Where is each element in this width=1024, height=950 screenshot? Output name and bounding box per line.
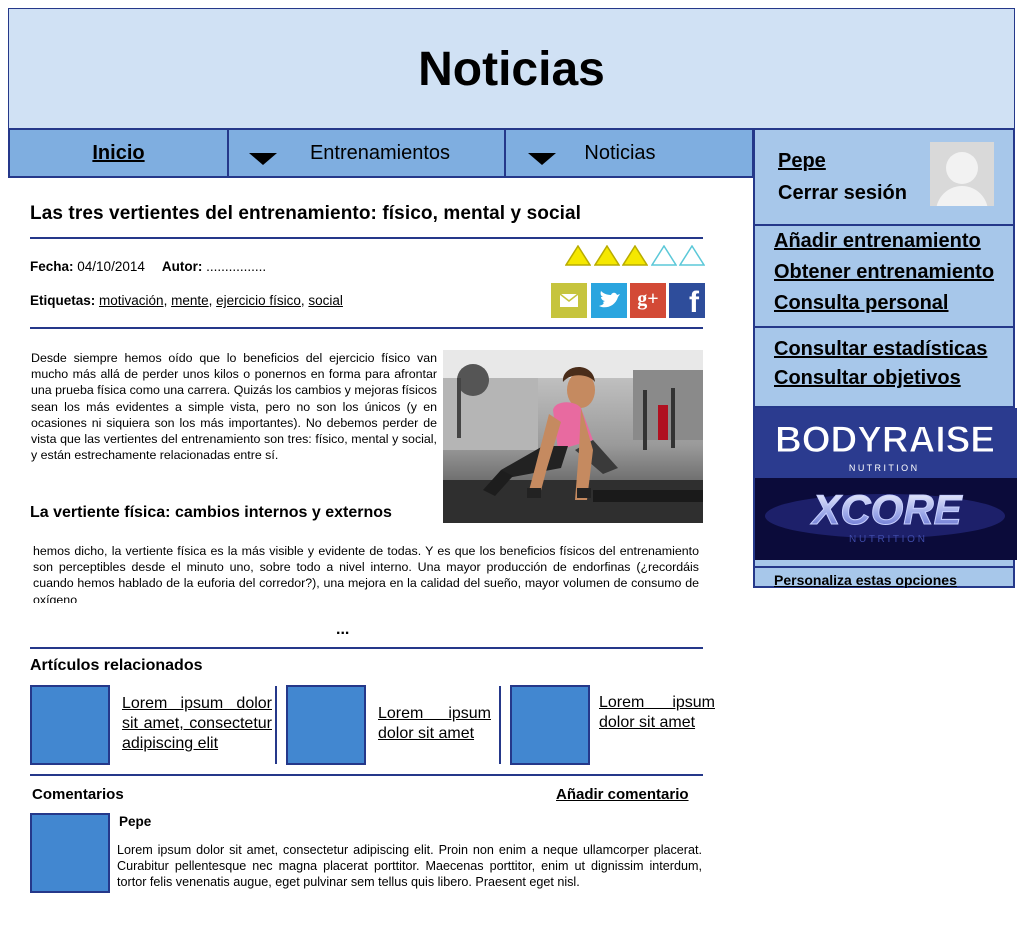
xcore-logo-sub: N U T R I T I O N [849, 534, 925, 545]
xcore-logo-text: XCORE [810, 486, 963, 533]
article-image [443, 350, 703, 523]
sidebar-item-stats[interactable]: Consultar estadísticas [774, 338, 987, 361]
related-article-link[interactable]: Lorem ipsum dolor sit amet, consectetur … [122, 694, 272, 754]
related-thumbnail[interactable] [286, 685, 366, 765]
page-header: Noticias [8, 8, 1015, 129]
read-more[interactable]: ... [336, 621, 349, 639]
workout-photo [443, 350, 703, 523]
related-thumbnail[interactable] [510, 685, 590, 765]
related-article-link[interactable]: Lorem ipsum dolor sit amet [599, 693, 715, 733]
xcore-banner[interactable]: XCORE N U T R I T I O N [755, 478, 1017, 560]
tag-link[interactable]: social [308, 293, 343, 308]
divider [30, 647, 703, 649]
bodyraise-logo-text: BODYRAISE [775, 419, 995, 460]
article-meta: Fecha: 04/10/2014 Autor: ...............… [30, 259, 266, 274]
bodyraise-logo: BODYRAISE N U T R I T I O N [773, 419, 995, 473]
rating-star-empty-icon[interactable] [678, 244, 706, 272]
google-plus-icon[interactable]: g+ [630, 283, 666, 318]
article-author[interactable]: ................ [206, 259, 266, 274]
customize-link-label[interactable]: Personaliza estas opciones [774, 572, 957, 588]
chevron-down-icon[interactable] [249, 153, 277, 165]
tag-link[interactable]: motivación [99, 293, 164, 308]
related-thumbnail[interactable] [30, 685, 110, 765]
avatar-head [946, 152, 978, 184]
rating-star-filled-icon[interactable] [621, 244, 649, 272]
comment-text: Lorem ipsum dolor sit amet, consectetur … [117, 843, 702, 890]
divider [30, 237, 703, 239]
bodyraise-logo-sub: N U T R I T I O N [849, 463, 917, 473]
tag-link[interactable]: mente [171, 293, 209, 308]
related-divider [499, 686, 501, 764]
date-label: Fecha: [30, 259, 74, 274]
article-tags: Etiquetas: motivación, mente, ejercicio … [30, 293, 343, 308]
related-title: Artículos relacionados [30, 657, 203, 674]
divider [30, 774, 703, 776]
sidebar-item-personal[interactable]: Consulta personal [774, 292, 948, 315]
related-article-link[interactable]: Lorem ipsum dolor sit amet [378, 704, 491, 744]
sidebar-group-stats: Consultar estadísticas Consultar objetiv… [755, 328, 1013, 408]
article-title: Las tres vertientes del entrenamiento: f… [30, 203, 582, 224]
divider [30, 327, 703, 329]
username-link[interactable]: Pepe [778, 150, 826, 173]
logout-link[interactable]: Cerrar sesión [778, 182, 907, 205]
related-divider [275, 686, 277, 764]
twitter-icon[interactable] [591, 283, 627, 318]
email-icon[interactable] [551, 283, 587, 318]
add-comment-link[interactable]: Añadir comentario [556, 786, 689, 803]
comments-title: Comentarios [32, 786, 124, 803]
tag-link[interactable]: ejercicio físico [216, 293, 301, 308]
sidebar-group-training: Añadir entrenamiento Obtener entrenamien… [755, 226, 1013, 328]
customize-link[interactable]: Personaliza estas opciones [755, 566, 1013, 592]
chevron-down-icon[interactable] [528, 153, 556, 165]
article-subtitle: La vertiente física: cambios internos y … [30, 504, 392, 521]
sidebar: Pepe Cerrar sesión Añadir entrenamiento … [753, 128, 1017, 588]
sidebar-item-goals[interactable]: Consultar objetivos [774, 367, 961, 390]
rating-star-empty-icon[interactable] [650, 244, 677, 272]
avatar-body [936, 186, 988, 206]
sidebar-item-add-training[interactable]: Añadir entrenamiento [774, 230, 981, 253]
avatar[interactable] [930, 142, 994, 206]
xcore-logo: XCORE N U T R I T I O N [755, 478, 1017, 560]
nav-item-entrenamientos[interactable]: Entrenamientos [290, 130, 470, 176]
article-date: 04/10/2014 [77, 259, 145, 274]
nav-divider [504, 130, 506, 176]
article-intro: Desde siempre hemos oído que lo benefici… [31, 351, 437, 463]
user-panel: Pepe Cerrar sesión [755, 130, 1013, 226]
nav-item-inicio[interactable]: Inicio [10, 130, 227, 176]
nav-divider [227, 130, 229, 176]
comment-author: Pepe [119, 814, 152, 829]
page-title: Noticias [418, 43, 605, 96]
article-body: hemos dicho, la vertiente física es la m… [33, 544, 699, 603]
rating-star-filled-icon[interactable] [593, 244, 620, 272]
bodyraise-banner[interactable]: BODYRAISE N U T R I T I O N [755, 408, 1017, 478]
sidebar-item-get-training[interactable]: Obtener entrenamiento [774, 261, 994, 284]
facebook-icon[interactable]: f [669, 283, 705, 319]
main-nav: Inicio Entrenamientos Noticias [8, 128, 754, 178]
tags-label: Etiquetas: [30, 293, 96, 308]
author-label: Autor: [161, 259, 203, 274]
rating-star-filled-icon[interactable] [564, 244, 592, 272]
nav-item-noticias[interactable]: Noticias [565, 130, 675, 176]
comment-avatar [30, 813, 110, 893]
